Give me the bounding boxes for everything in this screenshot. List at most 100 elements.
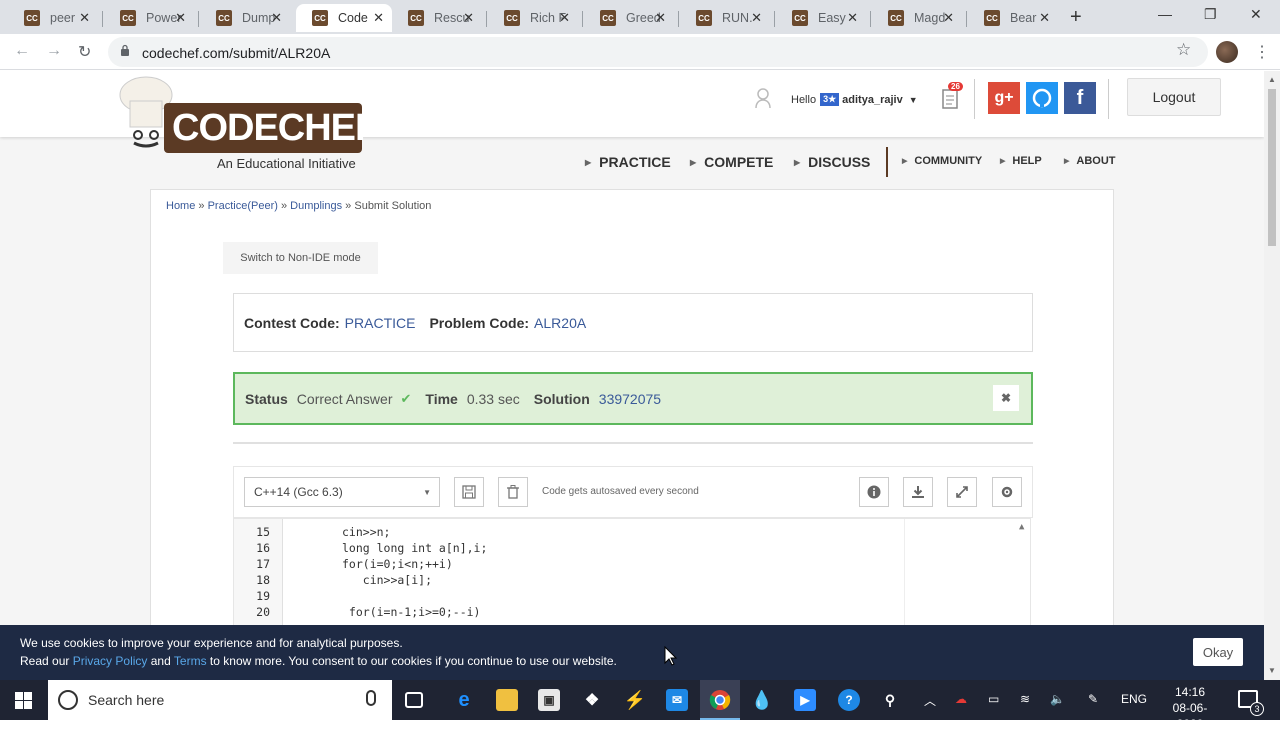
google-plus-icon[interactable]: g+ [988, 82, 1020, 114]
nav-help[interactable]: ▶ HELP [1000, 155, 1042, 167]
window-close-icon[interactable]: ✕ [1250, 6, 1262, 23]
breadcrumb-separator: » [280, 200, 288, 212]
tab-peer[interactable]: CC peer ✕ [8, 4, 98, 32]
dropbox-icon[interactable]: ❖ [581, 689, 603, 711]
taskbar-search-box[interactable]: Search here [48, 680, 392, 720]
autosave-note: Code gets autosaved every second [542, 486, 699, 497]
mail-icon[interactable]: ✉ [666, 689, 688, 711]
github-icon[interactable] [1026, 82, 1058, 114]
info-icon[interactable] [859, 477, 889, 507]
terms-link[interactable]: Terms [174, 654, 207, 668]
editor-scroll-up-icon[interactable]: ▲ [1019, 522, 1024, 532]
close-icon[interactable]: ✕ [175, 10, 186, 26]
save-icon[interactable] [454, 477, 484, 507]
edge-icon[interactable]: e [453, 689, 475, 711]
nav-community[interactable]: ▶ COMMUNITY [902, 155, 982, 167]
close-icon[interactable]: ✕ [373, 10, 384, 26]
file-explorer-icon[interactable] [496, 689, 518, 711]
action-center-badge: 3 [1250, 702, 1264, 716]
close-icon[interactable]: ✕ [655, 10, 666, 26]
help-icon[interactable]: ? [838, 689, 860, 711]
battery-icon[interactable]: ▭ [988, 692, 999, 706]
tray-chevron-up-icon[interactable]: ︿ [924, 692, 936, 709]
zoom-icon[interactable]: ▶ [794, 689, 816, 711]
paint-drop-icon[interactable]: 💧 [751, 689, 773, 711]
switch-non-ide-button[interactable]: Switch to Non-IDE mode [223, 242, 378, 274]
close-icon[interactable]: ✕ [463, 10, 474, 26]
nav-about[interactable]: ▶ ABOUT [1064, 155, 1116, 167]
nav-discuss[interactable]: ▶ DISCUSS [794, 154, 870, 170]
tab-rich[interactable]: CC Rich F ✕ [488, 4, 578, 32]
breadcrumb-dumplings[interactable]: Dumplings [290, 200, 342, 212]
nav-label: COMMUNITY [914, 155, 983, 167]
restore-icon[interactable]: ❐ [1204, 6, 1217, 23]
store-bag-icon[interactable]: ▣ [538, 689, 560, 711]
visual-studio-icon[interactable]: ⚡ [624, 689, 646, 711]
close-icon[interactable]: ✕ [271, 10, 282, 26]
reload-icon[interactable]: ↻ [78, 42, 91, 62]
profile-avatar[interactable] [1216, 41, 1238, 63]
tab-bear[interactable]: CC Bear ✕ [968, 4, 1058, 32]
wifi-icon[interactable]: ≋ [1020, 692, 1030, 706]
download-icon[interactable] [903, 477, 933, 507]
new-tab-plus-icon[interactable]: + [1070, 6, 1082, 29]
pen-icon[interactable]: ✎ [1088, 692, 1098, 706]
scroll-up-icon[interactable]: ▲ [1268, 75, 1276, 84]
tab-run[interactable]: CC RUN. ✕ [680, 4, 770, 32]
codechef-favicon: CC [120, 10, 136, 26]
solution-id-link[interactable]: 33972075 [599, 391, 661, 407]
close-icon[interactable]: ✕ [847, 10, 858, 26]
scrollbar-thumb[interactable] [1268, 89, 1276, 246]
problem-code-link[interactable]: ALR20A [534, 315, 586, 331]
tab-dump[interactable]: CC Dump ✕ [200, 4, 290, 32]
user-greeting[interactable]: Hello 3★ aditya_rajiv ▼ [791, 93, 918, 106]
breadcrumb-home[interactable]: Home [166, 200, 195, 212]
tab-easy[interactable]: CC Easy ✕ [776, 4, 866, 32]
breadcrumb-separator: » [345, 200, 352, 212]
people-icon[interactable]: ⚲ [879, 689, 901, 711]
breadcrumb-practice-peer[interactable]: Practice(Peer) [208, 200, 278, 212]
menu-kebab-icon[interactable]: ⋮ [1254, 42, 1270, 62]
close-icon[interactable]: ✕ [751, 10, 762, 26]
microphone-icon[interactable] [366, 690, 376, 706]
solution-label: Solution [533, 390, 590, 407]
codechef-favicon: CC [24, 10, 40, 26]
chrome-icon[interactable] [709, 689, 731, 711]
tab-power[interactable]: CC Power ✕ [104, 4, 194, 32]
windows-start-icon[interactable] [15, 692, 32, 709]
codechef-logo[interactable]: CODECHEF An Educational Initiative [112, 73, 378, 173]
minimize-icon[interactable]: — [1158, 6, 1172, 22]
page-scrollbar[interactable]: ▲ ▼ [1264, 71, 1280, 680]
tab-rescu[interactable]: CC Rescu ✕ [392, 4, 482, 32]
logout-button[interactable]: Logout [1127, 78, 1221, 116]
taskbar-clock[interactable]: 14:16 08-06-2020 [1160, 684, 1220, 732]
nav-compete[interactable]: ▶ COMPETE [690, 154, 773, 170]
privacy-policy-link[interactable]: Privacy Policy [73, 654, 148, 668]
volume-icon[interactable]: 🔈 [1050, 692, 1065, 706]
close-icon[interactable]: ✕ [559, 10, 570, 26]
close-status-button[interactable]: ✖ [993, 385, 1019, 411]
cookie-okay-button[interactable]: Okay [1193, 638, 1243, 666]
scroll-down-icon[interactable]: ▼ [1268, 666, 1276, 675]
gear-icon[interactable] [992, 477, 1022, 507]
contest-code-link[interactable]: PRACTICE [345, 315, 416, 331]
tab-greed[interactable]: CC Greed ✕ [584, 4, 674, 32]
close-icon[interactable]: ✕ [1039, 10, 1050, 26]
tab-code-active[interactable]: CC Code ✕ [296, 4, 392, 32]
trash-icon[interactable] [498, 477, 528, 507]
task-view-icon[interactable] [405, 692, 423, 708]
back-arrow-icon[interactable]: ← [14, 42, 30, 60]
close-icon[interactable]: ✕ [943, 10, 954, 26]
line-number: 20 [256, 605, 270, 619]
facebook-icon[interactable]: f [1064, 82, 1096, 114]
address-bar[interactable]: codechef.com/submit/ALR20A [108, 37, 1208, 67]
antivirus-icon[interactable]: ☁ [955, 692, 967, 706]
tab-magd[interactable]: CC Magd ✕ [872, 4, 962, 32]
language-select[interactable]: C++14 (Gcc 6.3) ▼ [244, 477, 440, 507]
input-language[interactable]: ENG [1121, 692, 1147, 706]
forward-arrow-icon[interactable]: → [46, 42, 62, 60]
nav-practice[interactable]: ▶ PRACTICE [585, 154, 671, 170]
close-icon[interactable]: ✕ [79, 10, 90, 26]
bookmark-star-icon[interactable]: ☆ [1176, 40, 1191, 60]
fullscreen-icon[interactable] [947, 477, 977, 507]
